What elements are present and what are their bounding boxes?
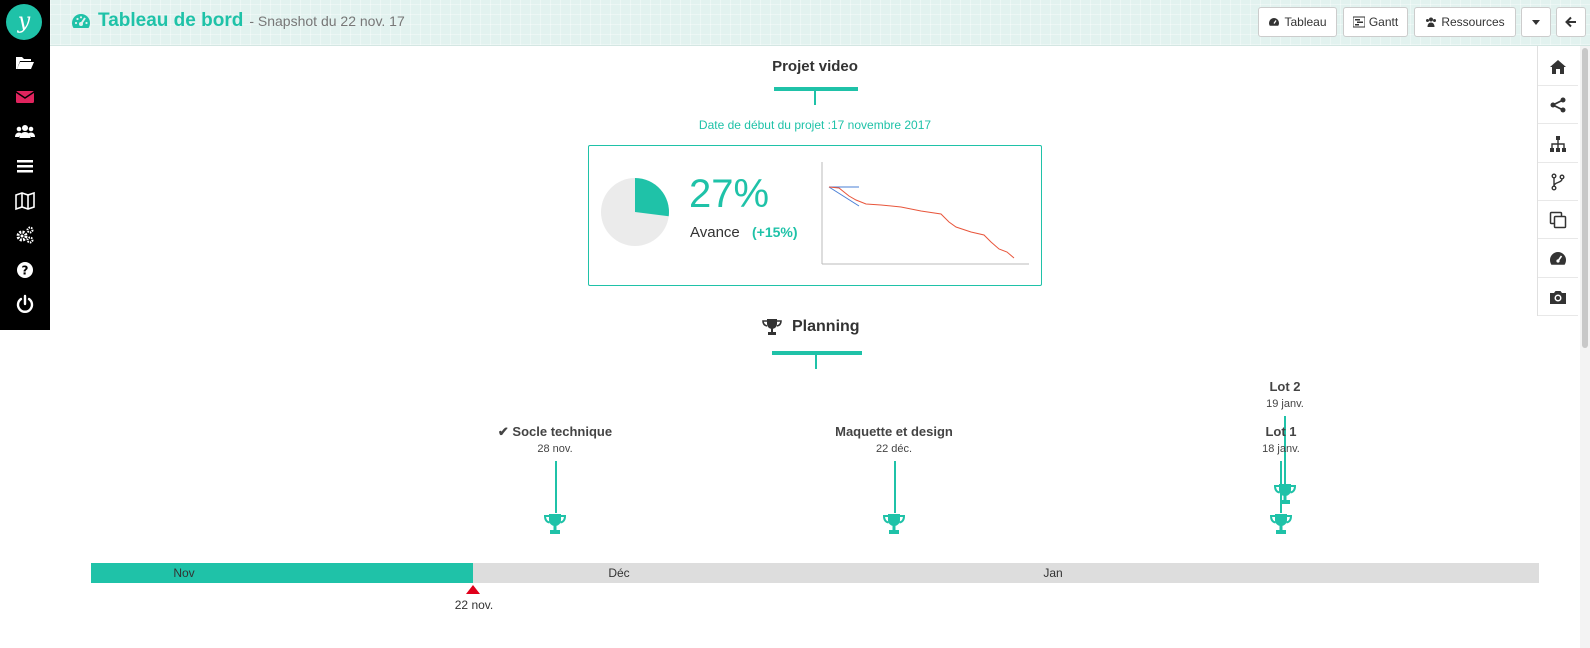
milestone-socle-technique-stem bbox=[555, 461, 557, 513]
gantt-icon bbox=[1352, 16, 1365, 28]
list-button[interactable] bbox=[0, 151, 50, 181]
avance-label: Avance bbox=[690, 224, 740, 241]
project-title: Projet video bbox=[772, 58, 858, 75]
milestone-maquette-design-date: 22 déc. bbox=[875, 443, 913, 455]
dashboard-button[interactable] bbox=[1538, 240, 1578, 278]
team-button[interactable] bbox=[0, 117, 50, 147]
milestone-socle-technique-date: 28 nov. bbox=[537, 443, 573, 455]
vertical-scrollbar[interactable] bbox=[1580, 46, 1590, 648]
burndown-sparkline bbox=[821, 162, 1029, 265]
ressources-button[interactable]: Ressources bbox=[1414, 7, 1516, 37]
gantt-button-label: Gantt bbox=[1368, 15, 1399, 29]
sitemap-icon bbox=[1550, 135, 1566, 152]
snapshot-button[interactable] bbox=[1538, 278, 1578, 316]
milestone-lot-1-date: 18 janv. bbox=[1262, 443, 1300, 455]
dashboard-icon bbox=[1550, 251, 1566, 265]
users-icon bbox=[15, 125, 35, 138]
branch-button[interactable] bbox=[1538, 163, 1578, 201]
trophy-icon[interactable] bbox=[1269, 512, 1293, 536]
power-icon bbox=[16, 294, 34, 313]
planning-heading: Planning bbox=[762, 318, 860, 336]
avance-delta: (+15%) bbox=[752, 224, 798, 240]
share-button[interactable] bbox=[1538, 86, 1578, 124]
back-button[interactable] bbox=[1556, 7, 1586, 37]
project-title-underline bbox=[774, 87, 858, 91]
gantt-button[interactable]: Gantt bbox=[1343, 7, 1408, 37]
gears-icon bbox=[16, 226, 34, 244]
top-header: Tableau de bord - Snapshot du 22 nov. 17… bbox=[50, 0, 1590, 46]
timeline-month-jan: Jan bbox=[1043, 566, 1063, 580]
today-marker bbox=[466, 585, 480, 594]
users-icon bbox=[1426, 17, 1437, 27]
envelope-icon bbox=[15, 91, 35, 103]
milestone-lot-2-name[interactable]: Lot 2 bbox=[1269, 379, 1300, 394]
planning-connector bbox=[815, 355, 817, 369]
camera-icon bbox=[1550, 290, 1566, 304]
trophy-icon[interactable] bbox=[882, 512, 906, 536]
planning-timeline: Nov Déc Jan bbox=[91, 563, 1539, 583]
home-icon bbox=[1550, 59, 1566, 74]
tableau-button-label: Tableau bbox=[1284, 15, 1327, 29]
plan-trend-line bbox=[828, 186, 860, 207]
today-label: 22 nov. bbox=[454, 598, 494, 612]
page-title: Tableau de bord - Snapshot du 22 nov. 17 bbox=[70, 10, 405, 32]
dashboard-title: Tableau de bord bbox=[98, 10, 244, 31]
trophy-icon[interactable] bbox=[543, 512, 567, 536]
app-logo[interactable]: y bbox=[6, 4, 42, 40]
planning-title: Planning bbox=[792, 318, 860, 335]
planning-underline bbox=[772, 351, 862, 355]
progress-card: 27% Avance (+15%) bbox=[588, 145, 1042, 286]
milestone-lot-2-date: 19 janv. bbox=[1266, 398, 1304, 410]
left-sidebar: y ? bbox=[0, 0, 50, 330]
trophy-icon bbox=[762, 319, 782, 335]
app-root: { "header": { "title": "Tableau de bord"… bbox=[0, 0, 1590, 648]
timeline-month-dec: Déc bbox=[608, 566, 630, 580]
settings-button[interactable] bbox=[0, 220, 50, 250]
arrow-left-icon bbox=[1565, 16, 1576, 28]
timeline-month-nov: Nov bbox=[173, 566, 195, 580]
dashboard-icon bbox=[1269, 18, 1280, 26]
home-button[interactable] bbox=[1538, 48, 1578, 86]
actual-progress-line bbox=[828, 186, 1015, 259]
project-connector bbox=[814, 91, 816, 105]
progress-pie-chart bbox=[601, 178, 669, 246]
more-dropdown-button[interactable] bbox=[1521, 7, 1551, 37]
copy-icon bbox=[1549, 211, 1567, 228]
help-icon: ? bbox=[17, 262, 33, 278]
project-start-date: Date de début du projet :17 novembre 201… bbox=[698, 118, 932, 132]
pie-slice-done bbox=[635, 178, 669, 217]
help-button[interactable]: ? bbox=[0, 255, 50, 285]
milestone-maquette-design-name[interactable]: Maquette et design bbox=[835, 424, 953, 439]
progress-percent: 27% bbox=[689, 172, 770, 216]
milestone-lot-1-name[interactable]: Lot 1 bbox=[1265, 424, 1296, 439]
right-toolbar bbox=[1537, 46, 1578, 316]
caret-down-icon bbox=[1532, 20, 1540, 25]
snapshot-subtitle: - Snapshot du 22 nov. 17 bbox=[249, 13, 405, 29]
svg-text:?: ? bbox=[22, 264, 29, 278]
logout-button[interactable] bbox=[0, 289, 50, 319]
tableau-button[interactable]: Tableau bbox=[1258, 7, 1337, 37]
milestone-maquette-design-stem bbox=[894, 461, 896, 513]
map-icon bbox=[15, 191, 35, 211]
milestone-socle-technique-name[interactable]: ✔ Socle technique bbox=[498, 424, 612, 440]
trophy-icon[interactable] bbox=[1273, 482, 1297, 506]
ressources-button-label: Ressources bbox=[1441, 15, 1505, 29]
share-icon bbox=[1550, 97, 1566, 112]
roadmap-button[interactable] bbox=[0, 186, 50, 216]
menu-icon bbox=[17, 160, 33, 173]
dashboard-icon bbox=[72, 14, 90, 28]
copy-button[interactable] bbox=[1538, 201, 1578, 239]
scrollbar-thumb[interactable] bbox=[1582, 48, 1588, 348]
branch-icon bbox=[1551, 173, 1565, 190]
projects-button[interactable] bbox=[0, 47, 50, 77]
messages-button[interactable] bbox=[0, 82, 50, 112]
timeline-elapsed bbox=[91, 563, 473, 583]
structure-button[interactable] bbox=[1538, 125, 1578, 163]
folder-open-icon bbox=[16, 57, 34, 69]
